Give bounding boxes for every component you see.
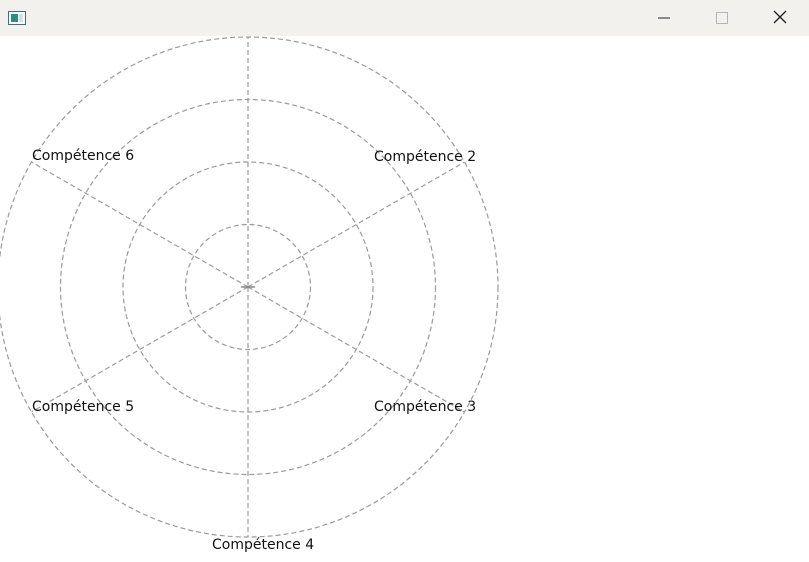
axis-label-competence-3: Compétence 3 bbox=[374, 399, 477, 415]
title-bar bbox=[0, 0, 809, 36]
chart-area: Compétence 2 Compétence 3 Compétence 4 C… bbox=[0, 36, 809, 558]
axis-spoke bbox=[31, 286, 249, 413]
axis-label-competence-5: Compétence 5 bbox=[32, 399, 135, 415]
axis-label-competence-2: Compétence 2 bbox=[374, 149, 477, 165]
axis-spoke bbox=[247, 286, 465, 413]
maximize-icon bbox=[716, 9, 728, 28]
axis-label-competence-4: Compétence 4 bbox=[212, 537, 315, 553]
app-window-icon bbox=[8, 10, 26, 25]
axis-spoke bbox=[247, 161, 465, 288]
maximize-button[interactable] bbox=[693, 0, 751, 36]
axis-label-competence-6: Compétence 6 bbox=[32, 148, 135, 164]
close-icon bbox=[773, 9, 787, 28]
minimize-icon bbox=[658, 9, 670, 28]
close-button[interactable] bbox=[751, 0, 809, 36]
minimize-button[interactable] bbox=[635, 0, 693, 36]
axis-spoke bbox=[31, 161, 249, 288]
radar-chart bbox=[0, 36, 499, 538]
